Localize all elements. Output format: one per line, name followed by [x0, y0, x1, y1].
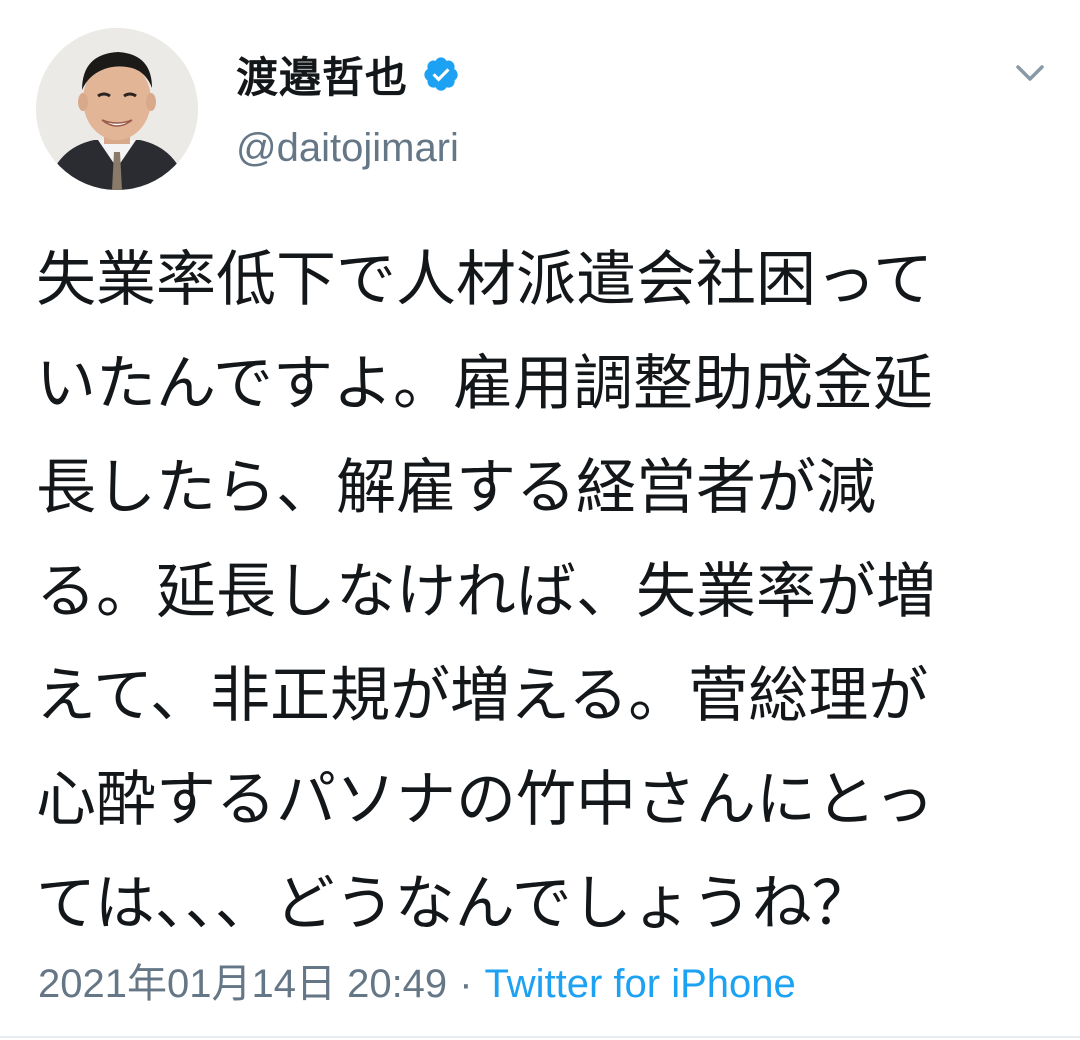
tweet-text: 失業率低下で人材派遣会社困って いたんですよ。雇用調整助成金延 長したら、解雇す…	[36, 228, 1036, 956]
tweet-text-line: 長したら、解雇する経営者が減	[36, 453, 876, 523]
meta-separator: ·	[459, 962, 473, 1006]
tweet-text-line: 失業率低下で人材派遣会社困って	[36, 245, 933, 315]
tweet-timestamp[interactable]: 2021年01月14日 20:49	[38, 962, 447, 1006]
display-name[interactable]: 渡邉哲也	[236, 44, 408, 105]
tweet-text-line: えて、非正規が増える。菅総理が	[36, 661, 929, 731]
tweet-source-link[interactable]: Twitter for iPhone	[485, 962, 796, 1006]
tweet-metadata: 2021年01月14日 20:49 · Twitter for iPhone	[38, 956, 796, 1012]
tweet-text-line: ては、、、どうなんでしょうね？	[36, 869, 872, 939]
author-header: 渡邉哲也	[236, 44, 460, 104]
avatar[interactable]	[36, 28, 198, 190]
divider	[0, 1036, 1080, 1038]
tweet-menu-button[interactable]	[1010, 56, 1050, 90]
verified-badge-icon	[422, 55, 460, 93]
chevron-down-icon	[1016, 65, 1044, 81]
tweet-text-line: 心酔するパソナの竹中さんにとっ	[36, 765, 935, 835]
tweet-text-line: る。延長しなければ、失業率が増	[36, 557, 936, 627]
username[interactable]: @daitojimari	[236, 126, 459, 171]
tweet-card: 渡邉哲也 @daitojimari 失業率低下で人材派遣会社困って いたんですよ…	[0, 0, 1080, 1040]
tweet-text-line: いたんですよ。雇用調整助成金延	[36, 349, 933, 419]
avatar-image	[36, 28, 198, 190]
